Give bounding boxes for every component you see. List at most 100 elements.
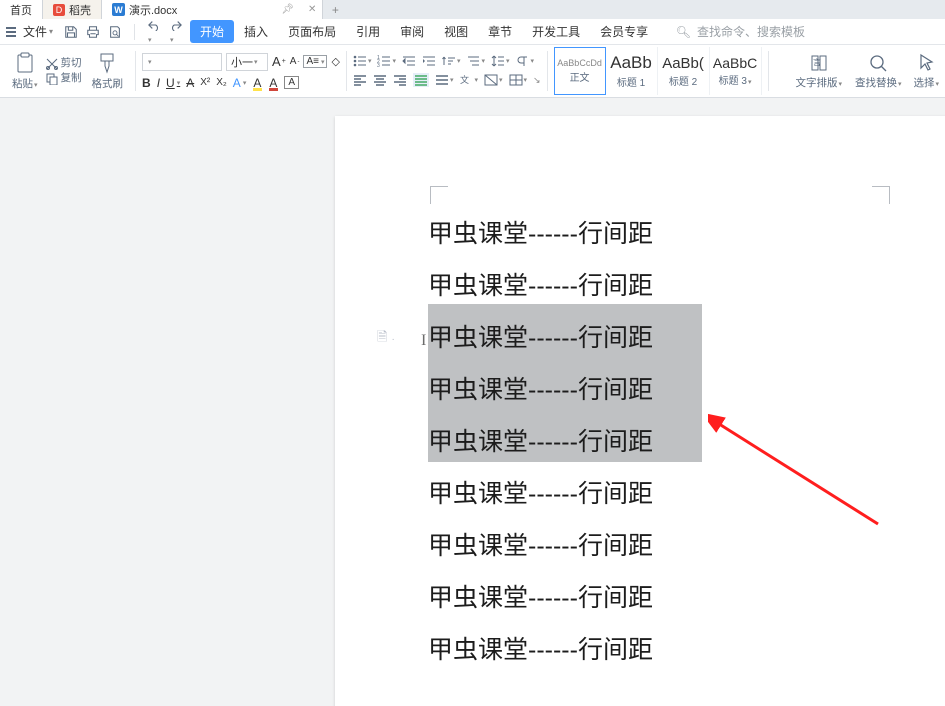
line-spacing-icon[interactable] — [491, 55, 510, 67]
bold-button[interactable]: B — [142, 76, 151, 90]
style-h2-preview: AaBb( — [662, 55, 704, 72]
subscript-button[interactable]: X₂ — [216, 77, 227, 88]
superscript-button[interactable]: X² — [200, 77, 210, 88]
multilevel-list-icon[interactable] — [467, 55, 486, 67]
tab-references[interactable]: 引用 — [346, 20, 390, 43]
tab-devtools[interactable]: 开发工具 — [522, 20, 590, 43]
paragraph-gutter-icon[interactable]: 🗎 · — [377, 328, 395, 350]
tab-document[interactable]: W 演示.docx 📌︎ ✕ — [102, 0, 323, 19]
style-body[interactable]: AaBbCcDd 正文 — [554, 47, 606, 95]
tab-view[interactable]: 视图 — [434, 20, 478, 43]
style-h2[interactable]: AaBb( 标题 2 — [658, 47, 710, 95]
tab-sections[interactable]: 章节 — [478, 20, 522, 43]
cut-button[interactable]: 剪切 — [46, 58, 82, 70]
clear-format-icon[interactable]: ◇ — [331, 55, 339, 68]
font-color-button[interactable]: A — [268, 76, 278, 90]
character-border-icon[interactable]: A — [284, 76, 299, 89]
tab-pagelayout[interactable]: 页面布局 — [278, 20, 346, 43]
close-tab-icon[interactable]: ✕ — [308, 4, 316, 15]
paste-button[interactable]: 粘贴 — [6, 52, 44, 91]
style-h3-label: 标题 3 — [719, 72, 752, 87]
align-right-icon[interactable] — [393, 74, 407, 86]
command-search[interactable]: 🔍︎ 查找命令、搜索模板 — [676, 23, 945, 40]
text-layout-button[interactable]: 言 文字排版 — [789, 53, 848, 90]
format-painter-icon — [98, 52, 116, 74]
distribute-icon[interactable] — [435, 74, 454, 86]
file-label: 文件 — [23, 23, 47, 40]
margin-marker-tr — [872, 186, 890, 204]
style-h1-label: 标题 1 — [617, 74, 645, 89]
format-painter-button[interactable]: 格式刷 — [86, 52, 130, 91]
text-line[interactable]: 甲虫课堂------行间距 — [428, 416, 653, 468]
align-justify-icon[interactable] — [413, 73, 429, 87]
file-menu[interactable]: 文件 ▾ — [19, 21, 57, 42]
copy-button[interactable]: 复制 — [46, 73, 82, 85]
text-effects-button[interactable]: A — [233, 76, 247, 90]
strikethrough-button[interactable]: A — [186, 76, 194, 90]
pin-icon[interactable]: 📌︎ — [281, 4, 294, 15]
numbering-icon[interactable]: 123 — [377, 55, 396, 67]
svg-text:言: 言 — [813, 57, 821, 67]
styles-group: AaBbCcDd 正文 AaBb 标题 1 AaBb( 标题 2 AaBbC 标… — [548, 45, 768, 97]
font-name-select[interactable] — [142, 53, 222, 71]
select-label: 选择 — [913, 75, 939, 90]
tab-daoke[interactable]: D 稻壳 — [43, 0, 102, 19]
daoke-icon: D — [53, 4, 65, 16]
find-replace-label: 查找替换 — [855, 75, 902, 90]
align-center-icon[interactable] — [373, 74, 387, 86]
italic-button[interactable]: I — [157, 76, 160, 90]
cursor-icon — [917, 53, 935, 73]
text-direction-icon[interactable]: 文 — [459, 74, 478, 86]
new-tab-button[interactable]: + — [323, 0, 347, 19]
cut-label: 剪切 — [61, 58, 82, 69]
tab-start[interactable]: 开始 — [190, 20, 234, 43]
show-marks-icon[interactable] — [516, 55, 535, 67]
decrease-font-icon[interactable]: A- — [290, 56, 300, 67]
text-line[interactable]: 甲虫课堂------行间距 — [428, 312, 653, 364]
redo-icon[interactable] — [169, 19, 183, 45]
bullets-icon[interactable] — [353, 55, 372, 67]
save-icon[interactable] — [64, 25, 78, 39]
paragraph-dialog-icon[interactable]: ↘ — [533, 75, 541, 86]
print-preview-icon[interactable] — [108, 25, 122, 39]
copy-icon — [46, 73, 58, 85]
document-body[interactable]: 甲虫课堂------行间距 甲虫课堂------行间距 甲虫课堂------行间… — [428, 208, 653, 676]
tab-insert[interactable]: 插入 — [234, 20, 278, 43]
increase-indent-icon[interactable] — [422, 55, 436, 67]
text-line[interactable]: 甲虫课堂------行间距 — [428, 624, 653, 676]
document-page[interactable]: 🗎 · I 甲虫课堂------行间距 甲虫课堂------行间距 甲虫课堂--… — [335, 116, 945, 706]
style-h1[interactable]: AaBb 标题 1 — [606, 47, 658, 95]
text-line[interactable]: 甲虫课堂------行间距 — [428, 260, 653, 312]
increase-font-icon[interactable]: A+ — [272, 54, 286, 69]
tab-review[interactable]: 审阅 — [390, 20, 434, 43]
decrease-indent-icon[interactable] — [402, 55, 416, 67]
text-line[interactable]: 甲虫课堂------行间距 — [428, 364, 653, 416]
hamburger-menu-icon[interactable] — [4, 25, 18, 39]
find-replace-button[interactable]: 查找替换 — [849, 53, 908, 90]
document-workspace: 🗎 · I 甲虫课堂------行间距 甲虫课堂------行间距 甲虫课堂--… — [0, 98, 945, 706]
undo-icon[interactable] — [147, 19, 161, 45]
select-button[interactable]: 选择 — [907, 53, 945, 90]
borders-icon[interactable] — [509, 74, 528, 86]
tab-home[interactable]: 首页 — [0, 0, 43, 19]
align-left-icon[interactable] — [353, 74, 367, 86]
style-body-label: 正文 — [570, 69, 590, 84]
text-line[interactable]: 甲虫课堂------行间距 — [428, 572, 653, 624]
shading-icon[interactable] — [484, 74, 503, 86]
style-h3[interactable]: AaBbC 标题 3 — [710, 47, 762, 95]
underline-button[interactable]: U — [166, 76, 180, 90]
menu-bar: 文件 ▾ 开始 插入 页面布局 引用 审阅 视图 章节 开发工具 会员专享 🔍︎… — [0, 19, 945, 45]
change-case-icon[interactable]: A≡ — [303, 55, 327, 68]
text-caret-icon: I — [421, 332, 426, 350]
highlight-button[interactable]: A — [252, 76, 262, 90]
sort-icon[interactable] — [442, 55, 461, 67]
print-icon[interactable] — [86, 25, 100, 39]
style-h1-preview: AaBb — [610, 53, 652, 73]
text-line[interactable]: 甲虫课堂------行间距 — [428, 208, 653, 260]
style-h3-preview: AaBbC — [713, 55, 757, 71]
text-line[interactable]: 甲虫课堂------行间距 — [428, 520, 653, 572]
tab-member[interactable]: 会员专享 — [590, 20, 658, 43]
font-size-select[interactable]: 小一 — [226, 53, 268, 71]
chevron-down-icon: ▾ — [49, 27, 53, 36]
text-line[interactable]: 甲虫课堂------行间距 — [428, 468, 653, 520]
